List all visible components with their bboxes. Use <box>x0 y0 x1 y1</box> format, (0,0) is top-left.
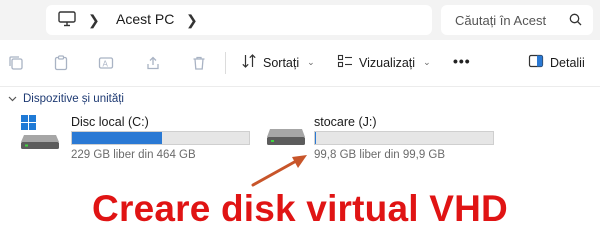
headline-overlay: Creare disk virtual VHD <box>92 188 508 229</box>
